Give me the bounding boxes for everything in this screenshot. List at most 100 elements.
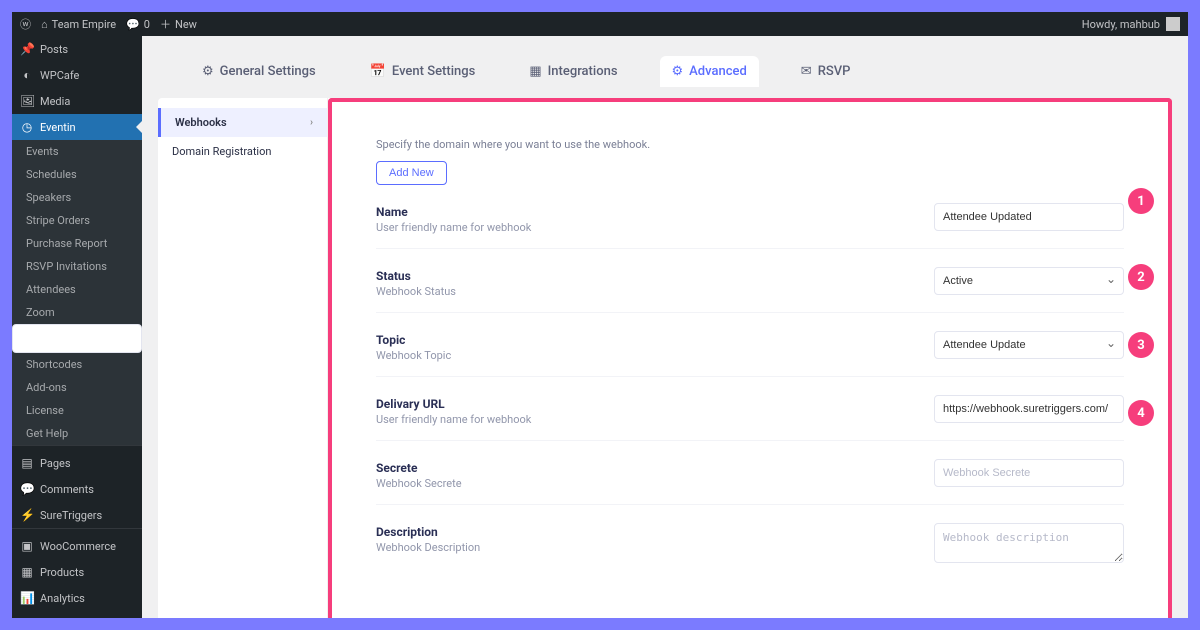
topic-select[interactable]: Attendee Update	[934, 331, 1124, 359]
field-label: Status	[376, 269, 456, 283]
sidebar-sub-settings[interactable]: Settings	[12, 324, 142, 353]
new-button-label: New	[175, 18, 197, 31]
field-label: Secrete	[376, 461, 462, 475]
tab-label: Advanced	[689, 64, 747, 79]
name-input[interactable]	[934, 203, 1124, 231]
sidebar-sub-events[interactable]: Events	[12, 140, 142, 163]
field-desc: Webhook Status	[376, 285, 456, 298]
sidebar-sub-speakers[interactable]: Speakers	[12, 186, 142, 209]
wpcafe-icon: ◐	[20, 68, 34, 82]
howdy-user[interactable]: Howdy, mahbub	[1082, 17, 1180, 31]
sidebar-item-comments[interactable]: 💬 Comments	[12, 476, 142, 502]
field-status: Status Webhook Status Active	[376, 249, 1124, 313]
sidebar-item-marketing[interactable]: 📣Marketing	[12, 611, 142, 618]
tab-event[interactable]: 📅 Event Settings	[358, 56, 488, 87]
sidebar-item-media[interactable]: 🖼Media	[12, 88, 142, 114]
sidebar-sub-addons[interactable]: Add-ons	[12, 376, 142, 399]
field-label: Topic	[376, 333, 451, 347]
site-name[interactable]: ⌂ Team Empire	[41, 18, 116, 31]
eventin-icon: ◷	[20, 120, 34, 134]
comments-icon: 💬	[20, 482, 34, 496]
sidebar-submenu: Events Schedules Speakers Stripe Orders …	[12, 140, 142, 445]
media-icon: 🖼	[20, 94, 34, 108]
sidebar-item-products[interactable]: ▦ Products	[12, 559, 142, 585]
sidebar-sub-rsvpinv[interactable]: RSVP Invitations	[12, 255, 142, 278]
sidebar-item-suretriggers[interactable]: ⚡ SureTriggers	[12, 502, 142, 528]
tab-label: Event Settings	[392, 64, 475, 79]
woocommerce-icon: ▣	[20, 539, 34, 553]
products-icon: ▦	[20, 565, 34, 579]
new-button[interactable]: ＋ New	[160, 16, 197, 32]
description-textarea[interactable]	[934, 523, 1124, 563]
webhook-card: Specify the domain where you want to use…	[352, 120, 1148, 599]
calendar-icon: 📅	[370, 64, 386, 79]
sidebar-sub-license[interactable]: License	[12, 399, 142, 422]
sidebar-sub-shortcodes[interactable]: Shortcodes	[12, 353, 142, 376]
content-area: ⚙General Settings 📅 Event Settings ▦Integ…	[142, 36, 1188, 618]
settings-tabs: ⚙General Settings 📅 Event Settings ▦Integ…	[142, 36, 1188, 87]
tab-integrations[interactable]: ▦Integrations	[517, 56, 629, 87]
sidebar-item-analytics[interactable]: 📊Analytics	[12, 585, 142, 611]
tab-label: Integrations	[548, 64, 618, 79]
comments-count-label: 0	[144, 18, 150, 31]
avatar	[1166, 17, 1180, 31]
sidebar-sub-stripe[interactable]: Stripe Orders	[12, 209, 142, 232]
field-label: Delivary URL	[376, 397, 531, 411]
sidebar-item-pages[interactable]: ▤ Pages	[12, 450, 142, 476]
tab-general[interactable]: ⚙General Settings	[190, 56, 328, 87]
sidebar-item-label: SureTriggers	[40, 509, 102, 522]
inner-nav-webhooks[interactable]: Webhooks ›	[158, 108, 327, 137]
suretriggers-icon: ⚡	[20, 508, 34, 522]
admin-bar: ⓦ ⌂ Team Empire 💬 0 ＋ New Howdy, mahbub	[12, 12, 1188, 36]
sidebar-item-eventin[interactable]: ◷Eventin	[12, 114, 142, 140]
add-new-button[interactable]: Add New	[376, 161, 447, 185]
chevron-right-icon: ›	[310, 117, 313, 128]
marketing-icon: 📣	[20, 617, 34, 618]
highlighted-form-area: Specify the domain where you want to use…	[328, 98, 1172, 618]
inner-nav-domain[interactable]: Domain Registration	[158, 137, 327, 166]
analytics-icon: 📊	[20, 591, 34, 605]
url-input[interactable]	[934, 395, 1124, 423]
inner-nav: Webhooks › Domain Registration	[158, 98, 328, 618]
tab-rsvp[interactable]: ✉ RSVP	[789, 56, 863, 87]
pages-icon: ▤	[20, 456, 34, 470]
wp-logo[interactable]: ⓦ	[20, 16, 31, 32]
field-label: Description	[376, 525, 480, 539]
sidebar-item-label: Comments	[40, 483, 94, 496]
sidebar-item-label: WPCafe	[40, 69, 79, 82]
field-desc: Webhook Topic	[376, 349, 451, 362]
sidebar-item-label: Products	[40, 566, 84, 579]
howdy-label: Howdy, mahbub	[1082, 18, 1160, 31]
sidebar-item-wpcafe[interactable]: ◐ WPCafe	[12, 62, 142, 88]
field-description: Description Webhook Description	[376, 505, 1124, 581]
sidebar-sub-help[interactable]: Get Help	[12, 422, 142, 445]
tab-label: RSVP	[818, 64, 851, 79]
settings-panel: Webhooks › Domain Registration Specify t…	[158, 98, 1172, 618]
sidebar-sub-zoom[interactable]: Zoom	[12, 301, 142, 324]
sidebar-item-woocommerce[interactable]: ▣ WooCommerce	[12, 533, 142, 559]
field-desc: User friendly name for webhook	[376, 413, 531, 426]
secret-input[interactable]	[934, 459, 1124, 487]
site-name-label: Team Empire	[52, 18, 116, 31]
instruction-text: Specify the domain where you want to use…	[376, 138, 1124, 151]
gear-icon: ⚙	[202, 64, 214, 79]
field-desc: Webhook Secrete	[376, 477, 462, 490]
sidebar-sub-purchase[interactable]: Purchase Report	[12, 232, 142, 255]
status-select[interactable]: Active	[934, 267, 1124, 295]
sidebar-item-posts[interactable]: 📌 Posts	[12, 36, 142, 62]
sidebar-item-label: WooCommerce	[40, 540, 116, 553]
field-label: Name	[376, 205, 531, 219]
sidebar-sub-schedules[interactable]: Schedules	[12, 163, 142, 186]
pin-icon: 📌	[20, 42, 34, 56]
field-name: Name User friendly name for webhook	[376, 185, 1124, 249]
annotation-badge-2: 2	[1128, 264, 1154, 290]
sidebar-item-label: Pages	[40, 457, 71, 470]
sidebar-sub-attendees[interactable]: Attendees	[12, 278, 142, 301]
tab-advanced[interactable]: ⚙Advanced	[660, 56, 759, 87]
field-topic: Topic Webhook Topic Attendee Update	[376, 313, 1124, 377]
comments-count[interactable]: 💬 0	[126, 18, 150, 31]
field-desc: User friendly name for webhook	[376, 221, 531, 234]
sidebar-item-label: Posts	[40, 43, 68, 56]
admin-sidebar: 📌 Posts ◐ WPCafe 🖼Media ◷Eventin Events Sc…	[12, 36, 142, 618]
rsvp-icon: ✉	[801, 64, 812, 79]
